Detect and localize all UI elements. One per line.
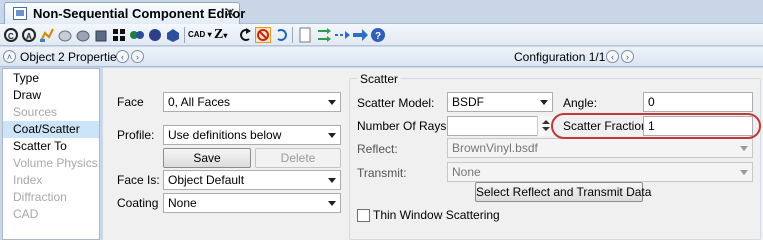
help-icon[interactable]: ? [370,27,386,43]
chevron-down-icon [328,100,336,105]
scatter-fraction-highlight [551,113,761,139]
nav-item-index[interactable]: Index [3,172,99,189]
cad-label: CAD [188,30,206,39]
next-config-button[interactable]: › [621,50,634,63]
nav-item-sources[interactable]: Sources [3,104,99,121]
chevron-down-icon [740,146,748,151]
forward-arrow-icon[interactable] [352,27,368,43]
face-is-select[interactable]: Object Default [163,170,341,190]
chevron-down-icon [328,133,336,138]
object-box-icon[interactable] [93,27,109,43]
scatter-group-title: Scatter [357,72,402,86]
forbidden-icon[interactable] [255,27,271,43]
delete-button[interactable]: Delete [255,148,341,168]
polygon-icon[interactable] [165,27,181,43]
object-icon[interactable] [57,27,73,43]
scatter-model-label: Scatter Model: [357,96,435,110]
scatter-model-select[interactable]: BSDF [447,92,553,112]
trace-icon[interactable] [316,27,332,43]
face-label: Face [117,95,144,109]
object-shaded-icon[interactable] [75,27,91,43]
grid-icon[interactable] [111,27,127,43]
thin-window-checkbox[interactable] [357,209,370,222]
reflect-select[interactable]: BrownVinyl.bsdf [447,138,753,158]
rays-label: Number Of Rays: [357,119,450,133]
tab-title: Non-Sequential Component Editor [33,6,246,21]
nav-item-coat-scatter[interactable]: Coat/Scatter [3,121,99,138]
cad-dropdown-icon[interactable]: CAD ▾ [188,27,212,43]
properties-title: Object 2 Properties [20,50,123,64]
properties-header: ˄ Object 2 Properties ‹ › Configuration … [0,47,763,67]
svg-text:C: C [8,32,14,41]
toolbar: C A CAD ▾ Z▾ ? [0,24,763,46]
nav-item-cad[interactable]: CAD [3,206,99,223]
chevron-down-icon [540,100,548,105]
close-icon[interactable]: ✕ [223,6,237,20]
refresh-all-icon[interactable]: A [21,27,37,43]
nav-item-volume-physics[interactable]: Volume Physics [3,155,99,172]
profile-label: Profile: [117,128,155,142]
thin-window-label: Thin Window Scattering [373,208,500,222]
transmit-value: None [452,165,481,179]
ray-arrows-icon[interactable] [334,27,350,43]
face-select[interactable]: 0, All Faces [163,92,341,112]
face-is-value: Object Default [168,173,245,187]
nav-item-type[interactable]: Type [3,70,99,87]
face-is-label: Face Is: [117,173,160,187]
spin-up-icon [542,120,550,124]
profile-value: Use definitions below [168,128,282,142]
blank-page-icon[interactable] [297,27,313,43]
svg-text:?: ? [375,31,381,42]
transmit-select[interactable]: None [447,162,753,182]
z-dropdown-icon[interactable]: Z▾ [214,27,234,43]
z-label: Z [214,27,224,42]
editor-tab[interactable]: Non-Sequential Component Editor ✕ [4,2,245,24]
angle-input[interactable]: 0 [643,92,753,112]
previous-config-button[interactable]: ‹ [606,50,619,63]
scatter-model-value: BSDF [452,95,485,109]
nav-item-scatter-to[interactable]: Scatter To [3,138,99,155]
previous-object-button[interactable]: ‹ [116,50,129,63]
toolbar-separator [292,27,293,43]
chevron-up-icon[interactable]: ˄ [3,50,16,63]
coating-select[interactable]: None [163,193,341,213]
redo-icon[interactable] [274,27,290,43]
nav-item-diffraction[interactable]: Diffraction [3,189,99,206]
spin-down-icon [542,127,550,131]
coating-label: Coating [117,196,159,210]
chevron-down-icon [328,178,336,183]
transmit-label: Transmit: [357,166,407,180]
array-icon[interactable] [129,27,145,43]
tab-bar: Non-Sequential Component Editor ✕ [0,0,763,24]
select-reflect-transmit-button[interactable]: Select Reflect and Transmit Data [475,182,651,202]
save-button[interactable]: Save [163,148,251,168]
profile-select[interactable]: Use definitions below [163,125,341,145]
editor-window-icon [13,7,27,20]
coating-value: None [168,196,197,210]
next-object-button[interactable]: › [131,50,144,63]
angle-label: Angle: [563,96,598,110]
chevron-down-icon [740,170,748,175]
reflect-value: BrownVinyl.bsdf [452,141,538,155]
coat-scatter-panel: Face 0, All Faces Profile: Use definitio… [103,68,763,240]
sphere-icon[interactable] [147,27,163,43]
reflect-label: Reflect: [357,142,398,156]
svg-text:A: A [26,32,32,41]
toolbar-separator [184,27,185,43]
refresh-icon[interactable]: C [3,27,19,43]
face-value: 0, All Faces [168,95,231,109]
nav-item-draw[interactable]: Draw [3,87,99,104]
undo-icon[interactable] [237,27,253,43]
chevron-down-icon [328,201,336,206]
properties-nav: Type Draw Sources Coat/Scatter Scatter To Vol… [2,68,100,240]
configuration-label: Configuration 1/1 [514,50,606,64]
chart-icon[interactable] [39,27,55,43]
